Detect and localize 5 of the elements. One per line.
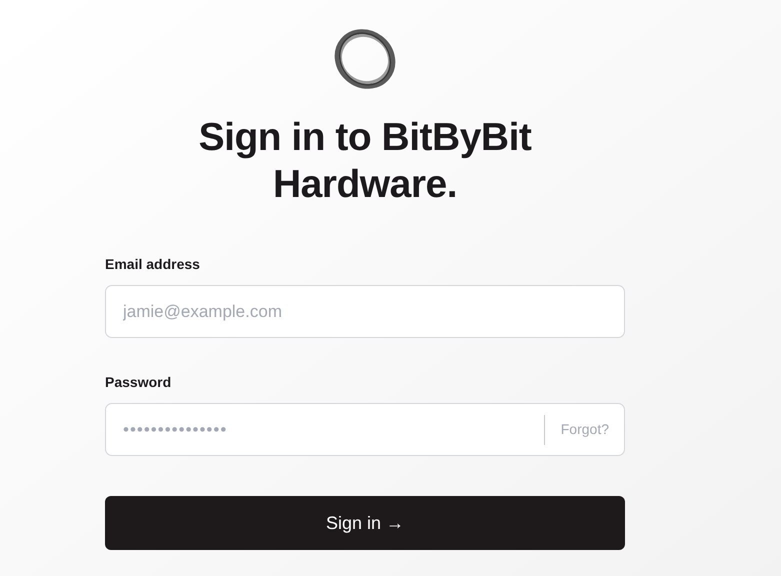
field-label: Email address	[105, 255, 201, 274]
ring-logo-icon	[332, 28, 398, 90]
sign-in-button[interactable]: Sign in →	[105, 496, 625, 550]
field-label: Password	[105, 373, 172, 392]
page-title: Sign in to BitByBit Hardware.	[198, 115, 532, 208]
